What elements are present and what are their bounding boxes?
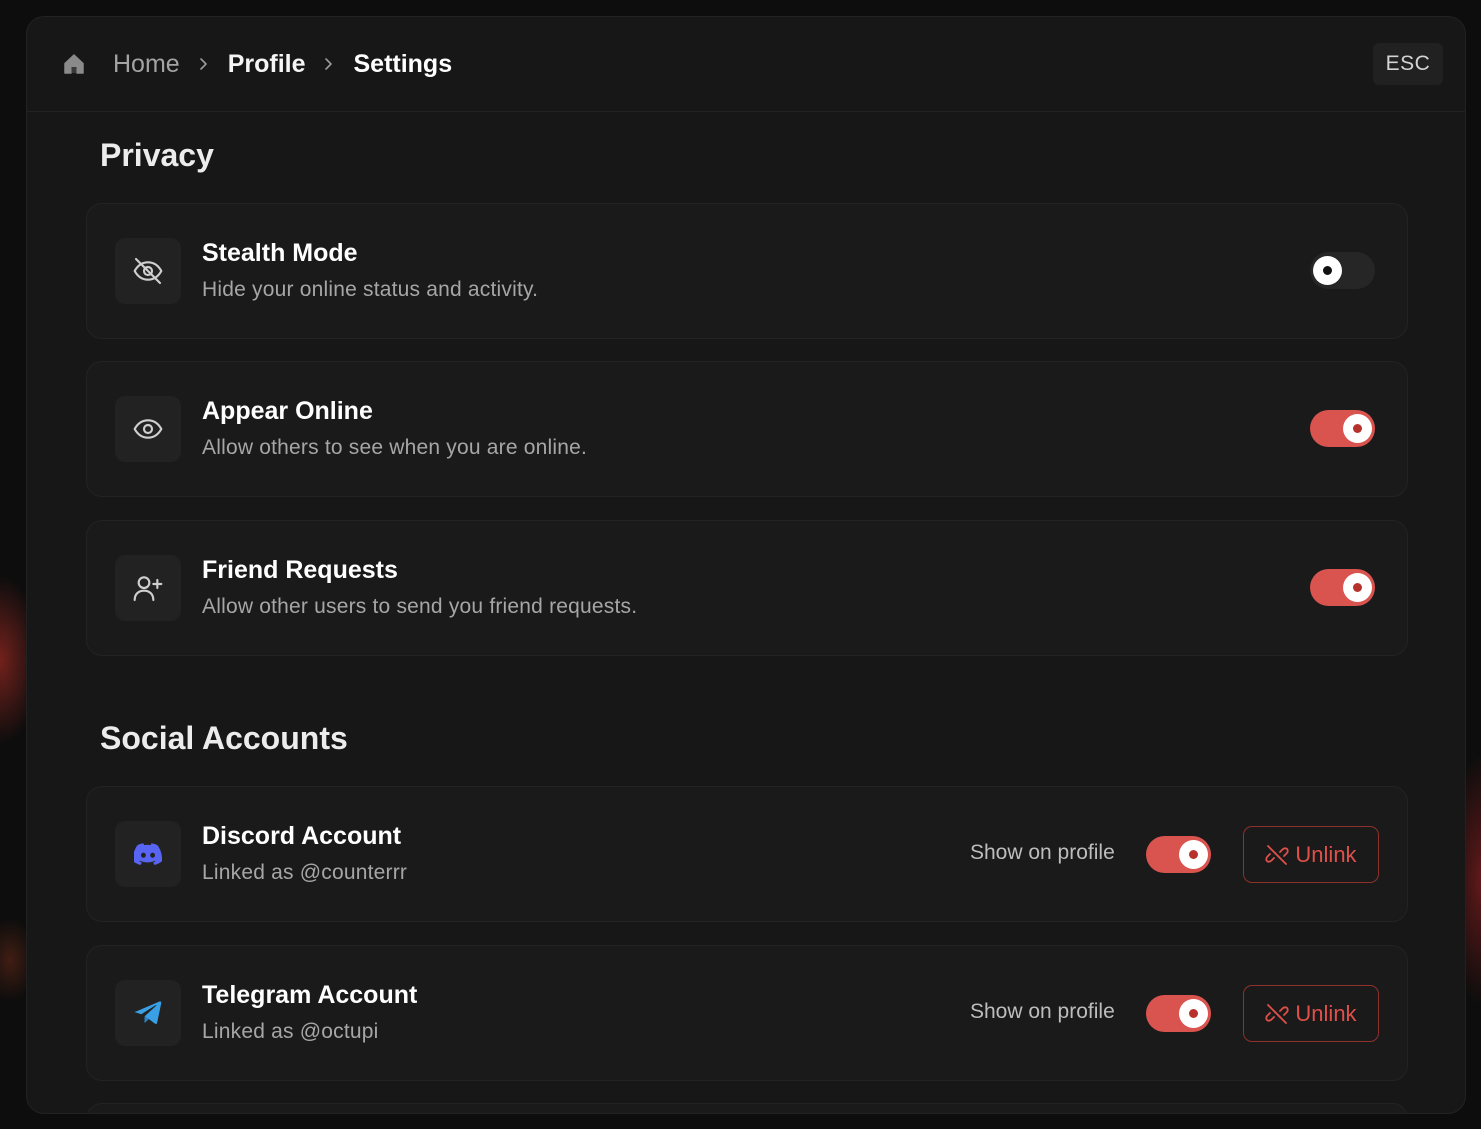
unlink-icon	[1265, 844, 1290, 865]
telegram-unlink-button[interactable]: Unlink	[1243, 985, 1379, 1042]
user-plus-icon	[115, 555, 181, 621]
show-on-profile-label: Show on profile	[970, 841, 1115, 864]
card-description: Hide your online status and activity.	[202, 278, 539, 301]
card-description: Linked as @octupi	[202, 1020, 379, 1043]
card-title: Telegram Account	[202, 981, 418, 1009]
stealth-mode-toggle[interactable]	[1310, 252, 1375, 289]
card-description: Allow others to see when you are online.	[202, 436, 588, 459]
privacy-card-appear-online: Appear Online Allow others to see when y…	[86, 361, 1408, 497]
discord-show-on-profile-toggle[interactable]	[1146, 836, 1211, 873]
breadcrumb-profile[interactable]: Profile	[228, 51, 306, 77]
social-card-partial	[86, 1103, 1408, 1113]
toggle-knob	[1343, 573, 1372, 602]
home-icon[interactable]	[61, 51, 87, 77]
toggle-knob	[1179, 840, 1208, 869]
telegram-icon	[115, 980, 181, 1046]
telegram-show-on-profile-toggle[interactable]	[1146, 995, 1211, 1032]
card-title: Stealth Mode	[202, 239, 358, 267]
card-title: Discord Account	[202, 822, 402, 850]
show-on-profile-label: Show on profile	[970, 1000, 1115, 1023]
discord-icon	[115, 821, 181, 887]
eye-icon	[115, 396, 181, 462]
unlink-icon	[1265, 1003, 1290, 1024]
appear-online-toggle[interactable]	[1310, 410, 1375, 447]
breadcrumb-home[interactable]: Home	[113, 51, 180, 77]
eye-off-icon	[115, 238, 181, 304]
toggle-knob	[1179, 999, 1208, 1028]
esc-button[interactable]: ESC	[1373, 43, 1443, 85]
card-description: Linked as @counterrr	[202, 861, 408, 884]
privacy-card-stealth-mode: Stealth Mode Hide your online status and…	[86, 203, 1408, 339]
social-card-discord: Discord Account Linked as @counterrr Sho…	[86, 786, 1408, 922]
discord-unlink-button[interactable]: Unlink	[1243, 826, 1379, 883]
top-bar: Home Profile Settings ESC	[27, 17, 1465, 112]
card-title: Appear Online	[202, 397, 373, 425]
card-description: Allow other users to send you friend req…	[202, 595, 638, 618]
unlink-label: Unlink	[1295, 1000, 1357, 1026]
unlink-label: Unlink	[1295, 841, 1357, 867]
friend-requests-toggle[interactable]	[1310, 569, 1375, 606]
card-title: Friend Requests	[202, 556, 398, 584]
privacy-card-friend-requests: Friend Requests Allow other users to sen…	[86, 520, 1408, 656]
settings-window: Home Profile Settings ESC Privacy Stealt…	[26, 16, 1466, 1114]
breadcrumb-settings: Settings	[353, 49, 453, 78]
toggle-knob	[1313, 256, 1342, 285]
chevron-right-icon	[193, 53, 215, 75]
social-card-telegram: Telegram Account Linked as @octupi Show …	[86, 945, 1408, 1081]
privacy-section-title: Privacy	[100, 137, 214, 173]
toggle-knob	[1343, 414, 1372, 443]
social-section-title: Social Accounts	[100, 720, 348, 756]
chevron-right-icon	[318, 53, 340, 75]
